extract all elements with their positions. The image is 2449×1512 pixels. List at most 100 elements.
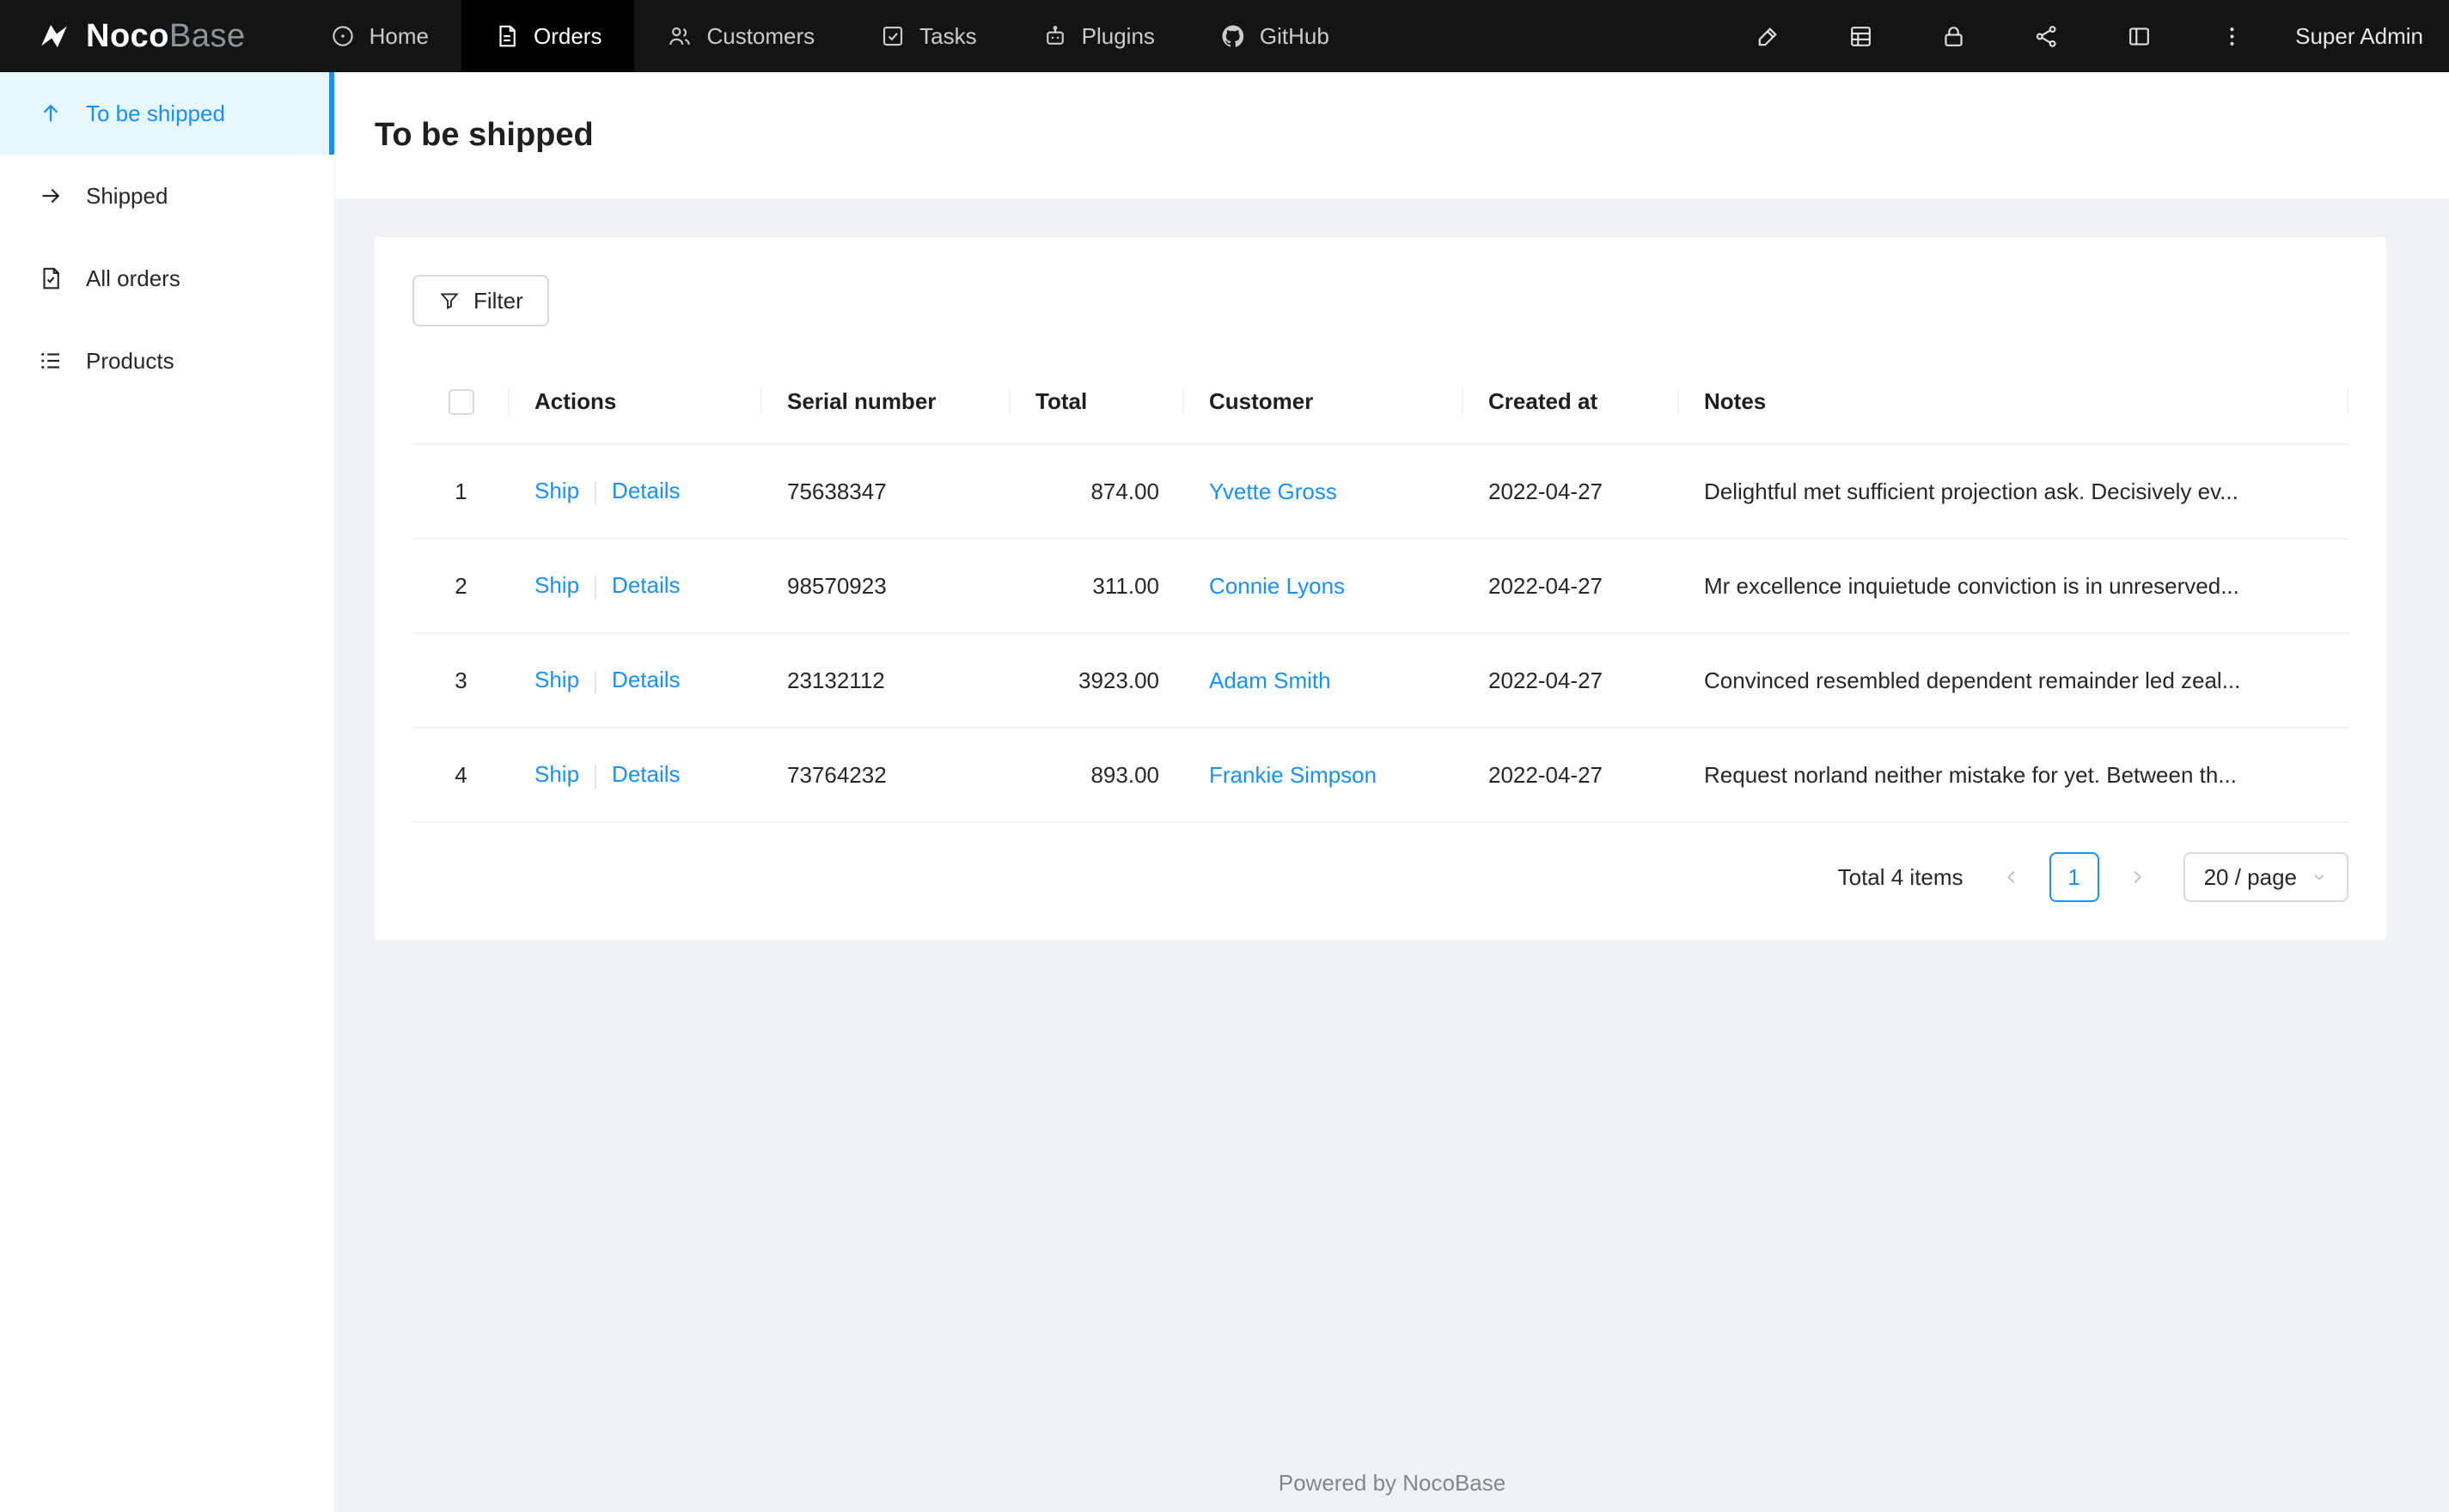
brand-name-bold: Noco [86, 17, 169, 54]
total-cell: 311.00 [1011, 540, 1184, 634]
serial-number-cell: 73764232 [762, 729, 1011, 823]
api-share-button[interactable] [2021, 11, 2071, 61]
more-icon [2230, 27, 2234, 46]
serial-number-cell: 98570923 [762, 540, 1011, 634]
navbar-tools [1721, 11, 2278, 61]
notes-cell: Delightful met sufficient projection ask… [1679, 445, 2348, 540]
nocobase-logo[interactable]: NocoBase [0, 0, 297, 72]
sidebar-item-label: All orders [86, 265, 180, 291]
details-link[interactable]: Details [612, 667, 680, 692]
user-menu[interactable]: Super Admin [2278, 23, 2449, 50]
layout-settings-button[interactable] [2114, 11, 2164, 61]
ui-editor-button[interactable] [1743, 11, 1792, 61]
ship-link[interactable]: Ship [534, 572, 579, 598]
total-cell: 874.00 [1011, 445, 1184, 540]
column-header-notes: Notes [1679, 359, 2348, 445]
action-divider [595, 480, 597, 505]
nav-label: Home [369, 22, 429, 49]
top-navbar: NocoBase Home Orders Customers Tasks Plu… [0, 0, 2449, 72]
footer-text: Powered by NocoBase [1278, 1470, 1506, 1496]
lock-icon [1944, 26, 1963, 46]
orders-card: Filter Actions Serial number Total Custo… [375, 237, 2386, 940]
details-link[interactable]: Details [612, 478, 680, 503]
filter-button-label: Filter [473, 287, 523, 314]
filter-button[interactable]: Filter [412, 275, 549, 326]
action-divider [595, 669, 597, 694]
nocobase-logo-icon [36, 18, 72, 54]
table-header-row: Actions Serial number Total Customer Cre… [412, 359, 2348, 445]
select-all-checkbox[interactable] [448, 389, 474, 416]
chevron-left-icon [2006, 870, 2014, 884]
notes-cell: Mr excellence inquietude conviction is i… [1679, 540, 2348, 634]
nav-item-tasks[interactable]: Tasks [847, 0, 1009, 72]
nav-item-github[interactable]: GitHub [1188, 0, 1362, 72]
action-divider [595, 575, 597, 600]
sidebar-item-label: Shipped [86, 182, 168, 209]
page-header: To be shipped [335, 72, 2449, 198]
column-header-created: Created at [1463, 359, 1679, 445]
page-1-button[interactable]: 1 [2049, 852, 2099, 902]
nav-label: Customers [706, 22, 815, 49]
details-link[interactable]: Details [612, 761, 680, 787]
customer-link[interactable]: Yvette Gross [1209, 479, 1337, 504]
row-index: 2 [412, 540, 510, 634]
more-menu-button[interactable] [2207, 11, 2257, 61]
access-control-button[interactable] [1928, 11, 1978, 61]
customer-link[interactable]: Frankie Simpson [1209, 762, 1377, 788]
file-check-icon [38, 265, 64, 291]
action-divider [595, 764, 597, 789]
nav-label: Tasks [919, 22, 977, 49]
sidebar-item-label: Products [86, 347, 174, 374]
github-icon [1220, 23, 1246, 49]
nav-item-home[interactable]: Home [297, 0, 461, 72]
pagination: Total 4 items 1 20 / page [412, 852, 2348, 902]
orders-icon [494, 23, 520, 49]
tasks-icon [880, 23, 906, 49]
page-size-label: 20 / page [2203, 863, 2297, 890]
ship-link[interactable]: Ship [534, 761, 579, 787]
created-at-cell: 2022-04-27 [1463, 540, 1679, 634]
prev-page-button[interactable] [1987, 852, 2037, 902]
nav-item-plugins[interactable]: Plugins [1010, 0, 1188, 72]
customer-link[interactable]: Connie Lyons [1209, 573, 1345, 599]
nav-item-orders[interactable]: Orders [461, 0, 635, 72]
created-at-cell: 2022-04-27 [1463, 729, 1679, 823]
home-icon [330, 23, 356, 49]
sidebar-item-to-be-shipped[interactable]: To be shipped [0, 72, 334, 155]
pagination-total: Total 4 items [1837, 863, 1963, 890]
table-row: 4 Ship Details 73764232 893.00 Frankie Si… [412, 729, 2348, 823]
sidebar-item-products[interactable]: Products [0, 320, 334, 402]
total-cell: 3923.00 [1011, 634, 1184, 729]
column-header-serial: Serial number [762, 359, 1011, 445]
customer-link[interactable]: Adam Smith [1209, 668, 1331, 693]
page-size-select[interactable]: 20 / page [2183, 852, 2348, 902]
next-page-button[interactable] [2112, 852, 2162, 902]
nav-item-customers[interactable]: Customers [634, 0, 847, 72]
column-header-customer: Customer [1184, 359, 1463, 445]
table-icon [1850, 26, 1871, 46]
collection-manager-button[interactable] [1835, 11, 1885, 61]
total-cell: 893.00 [1011, 729, 1184, 823]
plugins-icon [1042, 23, 1068, 49]
column-header-actions: Actions [510, 359, 762, 445]
page-title: To be shipped [375, 117, 594, 153]
ship-link[interactable]: Ship [534, 478, 579, 503]
chevron-right-icon [2134, 870, 2141, 884]
created-at-cell: 2022-04-27 [1463, 445, 1679, 540]
main-menu: Home Orders Customers Tasks Plugins GitH… [297, 0, 1362, 72]
sidebar-item-label: To be shipped [86, 100, 225, 126]
row-index: 3 [412, 634, 510, 729]
share-icon [2036, 25, 2056, 47]
arrow-right-icon [38, 183, 64, 209]
brand-name-light: Base [169, 17, 246, 54]
details-link[interactable]: Details [612, 572, 680, 598]
column-header-total: Total [1011, 359, 1184, 445]
filter-icon [440, 293, 459, 309]
ship-link[interactable]: Ship [534, 667, 579, 692]
created-at-cell: 2022-04-27 [1463, 634, 1679, 729]
chevron-down-icon [2311, 869, 2328, 886]
sidebar-item-all-orders[interactable]: All orders [0, 237, 334, 320]
orders-table: Actions Serial number Total Customer Cre… [412, 359, 2348, 823]
sidebar-item-shipped[interactable]: Shipped [0, 155, 334, 237]
nav-label: Plugins [1081, 22, 1155, 49]
